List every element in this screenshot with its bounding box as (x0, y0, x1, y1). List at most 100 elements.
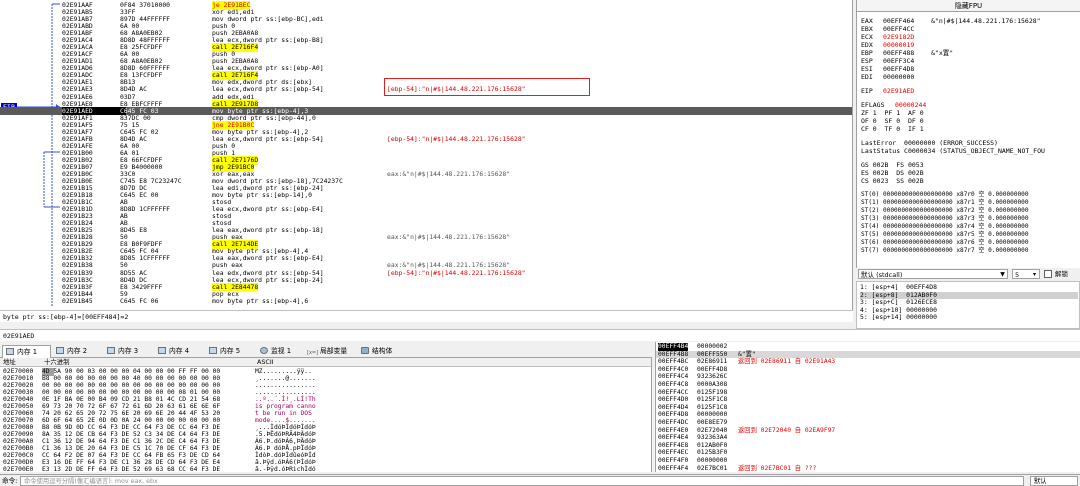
register-esi[interactable]: ESI 00EFF4D8 (861, 65, 931, 73)
fpu-st-row: ST(3) 0000000000000000000 x87r3 空 0.0000… (861, 215, 1029, 222)
stack-row[interactable]: 00EFF4BC 02E86911 返回到 02E86911 自 02E91A43 (656, 358, 1080, 366)
register-edi[interactable]: EDI 00000000 (861, 73, 931, 81)
stack-row[interactable]: 00EFF4B4 00000002 (656, 343, 1080, 351)
stack-value: 0125B3F0 (697, 449, 728, 457)
fpu-st-row: ST(7) 0000000000000000000 x87r7 空 0.0000… (861, 247, 1029, 254)
stack-row[interactable]: 00EFF4C4 9323626C (656, 373, 1080, 381)
command-label: 命令: (2, 477, 18, 485)
stack-row[interactable]: 00EFF4F0 00000000 (656, 457, 1080, 465)
highlight-box (384, 78, 590, 96)
disassembly-view[interactable]: EIP 02E91AAF0F84 37010000je 2E91BEC02E91… (0, 0, 853, 310)
stack-row[interactable]: 00EFF4D8 00000000 (656, 411, 1080, 419)
tab-2[interactable]: 内存 2 (53, 345, 102, 358)
tab-label: 内存 1 (17, 348, 38, 356)
stack-row[interactable]: 00EFF4D4 0125F1C8 (656, 404, 1080, 412)
segment-row: ES 002B DS 002B (861, 169, 924, 177)
stack-row[interactable]: 00EFF4DC 00E8EE79 (656, 419, 1080, 427)
memory-dump[interactable]: 地址 十六进制 ASCII 02E70000 4D 5A 90 00 03 00 … (0, 358, 652, 472)
flags-row: OF 0 SF 0 DF 0 (861, 117, 924, 125)
stack-address: 00EFF4B8 (658, 350, 689, 358)
stack-row[interactable]: 00EFF4E0 02E72040 返回到 02E72040 自 02EA9F97 (656, 427, 1080, 435)
stack-address: 00EFF4E0 (658, 426, 689, 434)
tab-7[interactable]: [x=] 局部变量 (304, 345, 356, 358)
command-input[interactable]: 命令使用逗号分隔(像汇编语言): mov eax, ebx (20, 476, 1024, 486)
arg-count-spinner[interactable]: 5 ▾ (1012, 269, 1040, 279)
stack-address: 00EFF4EC (658, 449, 689, 457)
registers-panel[interactable]: 隐藏FPU EAX 00EFF464 &"n|#$|144.48.221.176:1… (856, 0, 1080, 268)
register-name: EBX (861, 25, 873, 33)
unlock-label: 解锁 (1055, 270, 1068, 278)
stack-row[interactable]: 00EFF4F4 02E7BC01 返回到 02E7BC01 自 ??? (656, 465, 1080, 472)
stack-value: 02E86911 (697, 358, 728, 366)
register-eflags[interactable]: EFLAGS 00000244 (861, 101, 926, 109)
stack-arg-row[interactable]: 5: [esp+14] 00000000 (860, 313, 1078, 322)
tab-8[interactable]: 结构体 (358, 345, 408, 358)
stack-row[interactable]: 00EFF4D0 0125F1C8 (656, 396, 1080, 404)
segment-row: GS 002B FS 0053 (861, 161, 924, 169)
memory-icon (209, 347, 217, 354)
tab-1[interactable]: 内存 1 (2, 345, 51, 358)
memory-icon (56, 347, 64, 354)
stack-address: 00EFF4D8 (658, 411, 689, 419)
hide-fpu-toggle[interactable]: 隐藏FPU (857, 0, 1080, 12)
stack-arguments-panel[interactable]: 1: [esp+4] 00EFF4D8 2: [esp+8] 012AB0F0 3:… (856, 281, 1080, 329)
stack-row[interactable]: 00EFF4E8 012AB0F0 (656, 442, 1080, 450)
stack-row[interactable]: 00EFF4C0 00EFF4D8 (656, 366, 1080, 374)
tab-label: 局部变量 (320, 347, 348, 355)
stack-value: 00000002 (697, 343, 728, 350)
dump-header-hex[interactable]: 十六进制 (44, 358, 70, 367)
register-name: EDX (861, 41, 873, 49)
fpu-st-row: ST(2) 0000000000000000000 x87r2 空 0.0000… (861, 207, 1029, 214)
stack-value: 0000A308 (697, 381, 728, 388)
arg-count-value: 5 (1015, 271, 1020, 279)
calling-convention-select[interactable]: 默认 (stdcall) ▼ (858, 269, 1008, 279)
memory-icon (158, 347, 166, 354)
segment-row: CS 0023 SS 002B (861, 177, 924, 185)
register-value: 00000019 (883, 41, 915, 49)
info-line: byte ptr ss:[ebp-4]=[00EFF484]=2 (0, 310, 853, 322)
command-mode-select[interactable]: 默认 (1030, 476, 1078, 486)
stack-address: 00EFF4CC (658, 388, 689, 396)
stack-row[interactable]: 00EFF4EC 0125B3F0 (656, 449, 1080, 457)
register-value: 00EFF488 (883, 49, 915, 57)
stack-row[interactable]: 00EFF4E4 932363A4 (656, 434, 1080, 442)
dump-header-address[interactable]: 地址 (3, 358, 16, 367)
stack-view[interactable]: 00EFF4B4 00000002 00EFF4B8 00EFF550 &"置" 00EF… (655, 342, 1080, 472)
stack-address: 00EFF4D0 (658, 396, 689, 404)
stack-row[interactable]: 00EFF4C8 0000A308 (656, 381, 1080, 389)
register-esp[interactable]: ESP 00EFF3C4 (861, 57, 931, 65)
register-eax[interactable]: EAX 00EFF464 &"n|#$|144.48.221.176:15628" (861, 17, 1041, 25)
register-value: 00EFF3C4 (883, 57, 915, 65)
calling-convention-value: 默认 (stdcall) (861, 271, 903, 279)
stack-value: 0125F1C8 (697, 403, 728, 411)
register-eip[interactable]: EIP 02E91AED (861, 87, 931, 95)
tab-3[interactable]: 内存 3 (104, 345, 153, 358)
tab-label: 内存 3 (118, 347, 139, 355)
register-value: 00EFF464 (883, 17, 915, 25)
stack-address: 00EFF4C0 (658, 365, 689, 373)
last-status: LastStatus C0000034 (STATUS_OBJECT_NAME_… (861, 147, 1045, 155)
register-ebp[interactable]: EBP 00EFF488 &"x置" (861, 49, 953, 57)
unlock-checkbox[interactable] (1044, 270, 1052, 278)
stack-address: 00EFF4E8 (658, 441, 689, 449)
stack-row[interactable]: 00EFF4CC 0125F198 (656, 389, 1080, 397)
calling-convention-bar: 默认 (stdcall) ▼ 5 ▾ 解锁 (856, 268, 1080, 280)
register-value: 00EFF4CC (883, 25, 915, 33)
tab-label: 结构体 (372, 347, 393, 355)
disasm-row[interactable]: 02E91B45 C645 FC 06 mov byte ptr ss:[ebp-4… (0, 296, 852, 306)
tab-6[interactable]: 监视 1 (257, 345, 302, 358)
disasm-bytes: C645 FC 06 (120, 296, 159, 305)
register-ecx[interactable]: ECX 02E9182D (861, 33, 931, 41)
fpu-st-row: ST(6) 0000000000000000000 x87r6 空 0.0000… (861, 239, 1029, 246)
dump-row[interactable]: 02E700E0 E3 13 2D DE FF 64 F3 DE 52 69 63… (0, 466, 651, 472)
register-name: EFLAGS (861, 101, 885, 109)
dump-header-ascii[interactable]: ASCII (257, 358, 274, 367)
register-ebx[interactable]: EBX 00EFF4CC (861, 25, 931, 33)
stack-address: 00EFF4D4 (658, 403, 689, 411)
register-edx[interactable]: EDX 00000019 (861, 41, 931, 49)
fpu-st-row: ST(0) 0000000000000000000 x87r0 空 0.0000… (861, 191, 1029, 198)
stack-row[interactable]: 00EFF4B8 00EFF550 &"置" (656, 350, 1080, 359)
tab-4[interactable]: 内存 4 (155, 345, 204, 358)
tab-5[interactable]: 内存 5 (206, 345, 255, 358)
register-name: EBP (861, 49, 873, 57)
